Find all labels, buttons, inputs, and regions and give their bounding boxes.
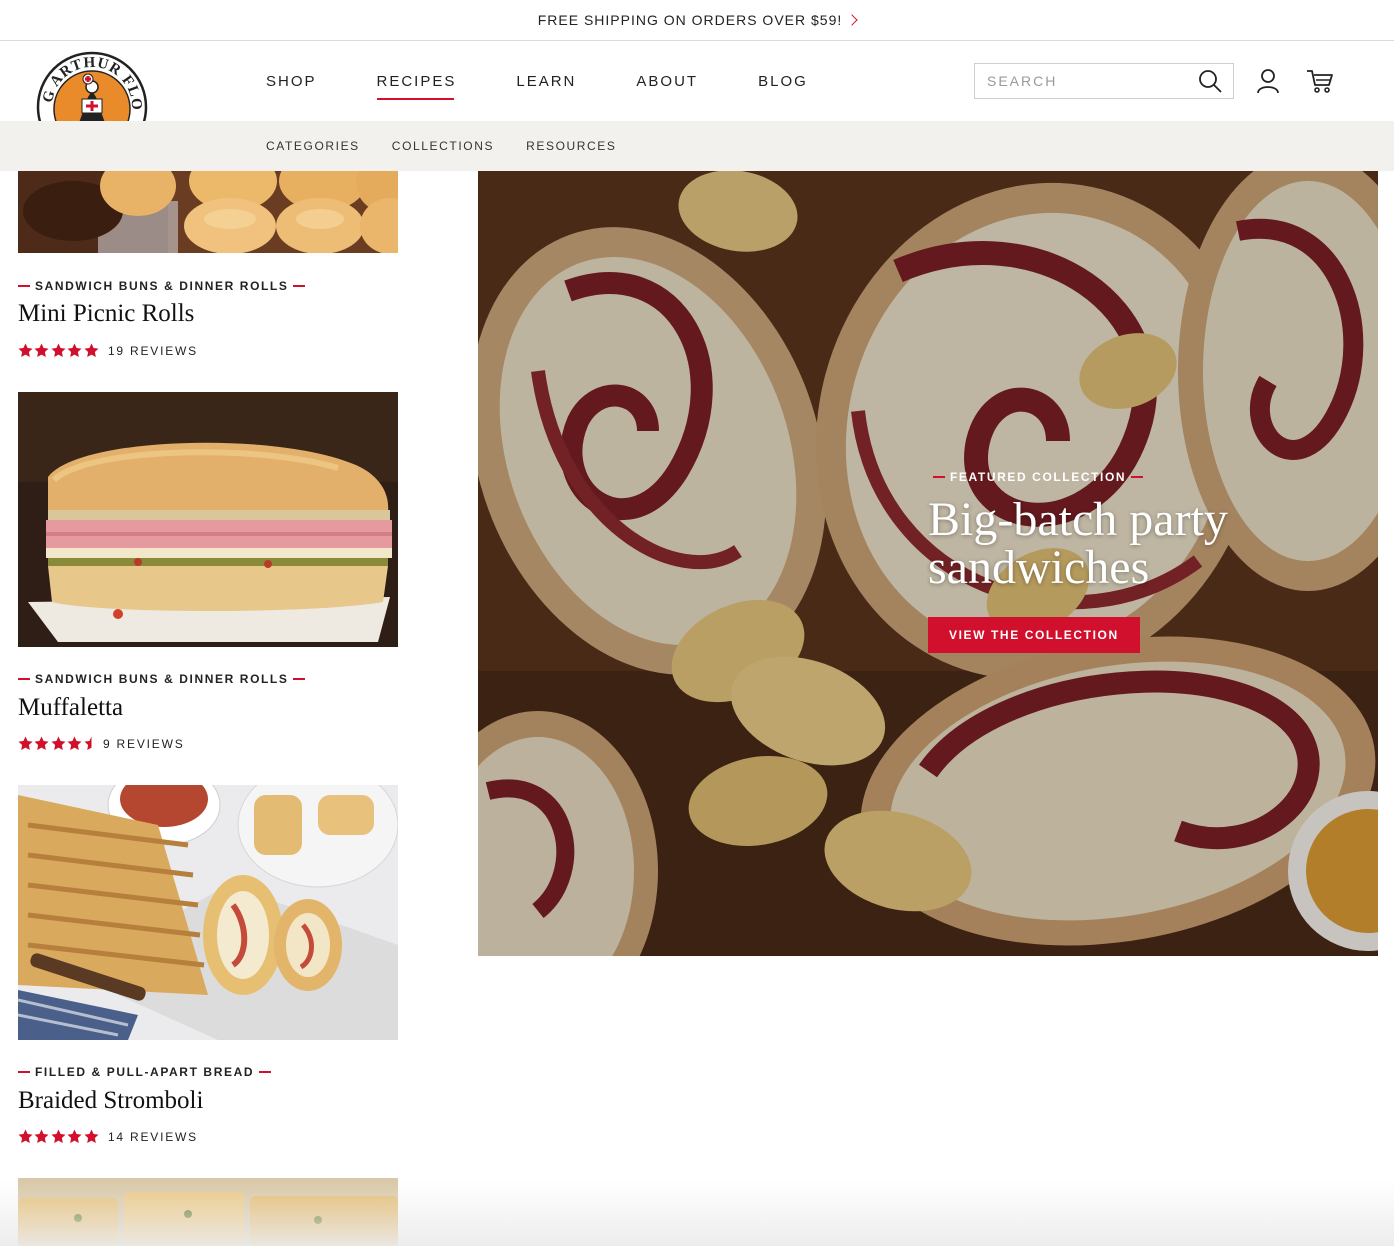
featured-label: FEATURED COLLECTION bbox=[928, 470, 1348, 484]
accent-dash bbox=[293, 678, 306, 680]
star-icon bbox=[34, 343, 49, 357]
recipe-rating[interactable]: 19 REVIEWS bbox=[18, 343, 198, 358]
recipe-image-mini-picnic-rolls[interactable] bbox=[18, 171, 398, 253]
featured-title-line1[interactable]: Big-batch party bbox=[928, 496, 1348, 544]
nav-blog[interactable]: BLOG bbox=[758, 41, 808, 121]
recipe-category-label[interactable]: SANDWICH BUNS & DINNER ROLLS bbox=[35, 672, 288, 686]
subnav-resources[interactable]: RESOURCES bbox=[526, 139, 616, 153]
star-icon bbox=[67, 1129, 82, 1143]
search-icon[interactable] bbox=[1197, 68, 1223, 94]
review-count[interactable]: 14 REVIEWS bbox=[108, 1130, 198, 1144]
search-box bbox=[974, 63, 1234, 99]
recipe-title[interactable]: Mini Picnic Rolls bbox=[18, 300, 194, 328]
accent-dash bbox=[293, 285, 306, 287]
star-rating bbox=[18, 736, 100, 751]
subnav-collections[interactable]: COLLECTIONS bbox=[392, 139, 494, 153]
review-count[interactable]: 19 REVIEWS bbox=[108, 344, 198, 358]
recipe-category-label[interactable]: FILLED & PULL-APART BREAD bbox=[35, 1065, 254, 1079]
recipe-category[interactable]: FILLED & PULL-APART BREAD bbox=[18, 1065, 276, 1079]
recipe-category-label[interactable]: SANDWICH BUNS & DINNER ROLLS bbox=[35, 279, 288, 293]
recipe-image-braided-stromboli[interactable] bbox=[18, 785, 398, 1040]
accent-dash bbox=[1131, 476, 1144, 478]
site-header: KING ARTHUR FLOUR SHOP RECIPES LEARN ABO… bbox=[0, 41, 1394, 121]
announcement-text[interactable]: FREE SHIPPING ON ORDERS OVER $59! bbox=[538, 12, 843, 28]
recipe-category[interactable]: SANDWICH BUNS & DINNER ROLLS bbox=[18, 672, 310, 686]
star-icon bbox=[51, 736, 66, 750]
star-icon bbox=[51, 1129, 66, 1143]
nav-about[interactable]: ABOUT bbox=[636, 41, 698, 121]
search-input[interactable] bbox=[987, 73, 1197, 89]
star-icon bbox=[34, 1129, 49, 1143]
review-count[interactable]: 9 REVIEWS bbox=[103, 737, 185, 751]
recipe-rating[interactable]: 9 REVIEWS bbox=[18, 736, 185, 751]
sub-nav: CATEGORIES COLLECTIONS RESOURCES bbox=[0, 121, 1394, 171]
star-icon bbox=[84, 343, 99, 357]
star-icon bbox=[51, 343, 66, 357]
main-nav: SHOP RECIPES LEARN ABOUT BLOG bbox=[266, 41, 868, 121]
cart-icon[interactable] bbox=[1306, 68, 1334, 94]
recipe-title[interactable]: Braided Stromboli bbox=[18, 1087, 203, 1115]
star-icon bbox=[18, 1129, 33, 1143]
star-icon bbox=[84, 1129, 99, 1143]
nav-shop[interactable]: SHOP bbox=[266, 41, 317, 121]
announcement-bar[interactable]: FREE SHIPPING ON ORDERS OVER $59! bbox=[0, 0, 1394, 41]
recipe-rating[interactable]: 14 REVIEWS bbox=[18, 1129, 198, 1144]
recipe-image-next[interactable] bbox=[18, 1178, 398, 1246]
nav-recipes[interactable]: RECIPES bbox=[376, 41, 457, 121]
accent-dash bbox=[18, 678, 30, 680]
star-icon bbox=[67, 736, 82, 750]
featured-content: FEATURED COLLECTION Big-batch party sand… bbox=[928, 470, 1348, 653]
chevron-right-icon[interactable] bbox=[846, 14, 858, 26]
account-icon[interactable] bbox=[1256, 68, 1280, 94]
accent-dash bbox=[933, 476, 945, 478]
accent-dash bbox=[18, 285, 30, 287]
recipe-title[interactable]: Muffaletta bbox=[18, 694, 123, 722]
featured-title-line2[interactable]: sandwiches bbox=[928, 544, 1348, 592]
subnav-categories[interactable]: CATEGORIES bbox=[266, 139, 360, 153]
brand-logo[interactable]: KING ARTHUR FLOUR bbox=[36, 51, 148, 121]
recipe-category[interactable]: SANDWICH BUNS & DINNER ROLLS bbox=[18, 279, 310, 293]
star-icon bbox=[18, 343, 33, 357]
accent-dash bbox=[259, 1071, 272, 1073]
accent-dash bbox=[18, 1071, 30, 1073]
star-icon bbox=[67, 343, 82, 357]
star-icon bbox=[18, 736, 33, 750]
star-rating bbox=[18, 1129, 100, 1144]
star-icon bbox=[34, 736, 49, 750]
featured-label-text: FEATURED COLLECTION bbox=[950, 470, 1127, 484]
view-collection-button[interactable]: VIEW THE COLLECTION bbox=[928, 617, 1140, 653]
recipe-image-muffaletta[interactable] bbox=[18, 392, 398, 647]
star-rating bbox=[18, 343, 100, 358]
star-icon bbox=[84, 736, 92, 750]
featured-title[interactable]: Big-batch party sandwiches bbox=[928, 496, 1348, 592]
nav-learn[interactable]: LEARN bbox=[516, 41, 576, 121]
